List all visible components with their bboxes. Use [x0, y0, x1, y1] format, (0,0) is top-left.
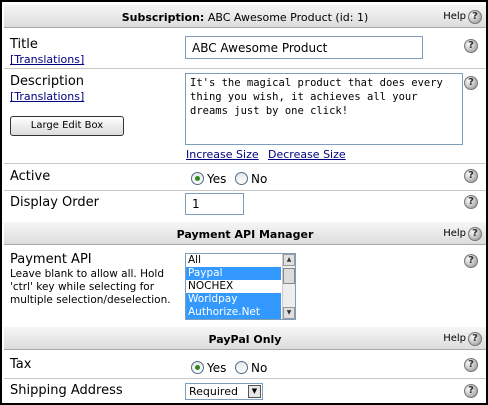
row-divider	[4, 190, 486, 191]
payment-api-option[interactable]: Worldpay	[186, 293, 281, 306]
subscription-header-title: Subscription: ABC Awesome Product (id: 1…	[4, 11, 486, 24]
tax-label: Tax	[10, 357, 32, 372]
scroll-thumb[interactable]	[283, 268, 295, 284]
active-yes-radio[interactable]	[191, 172, 204, 185]
tax-no-radio[interactable]	[235, 361, 248, 374]
active-no-radio[interactable]	[235, 172, 248, 185]
help-icon[interactable]: ?	[468, 332, 482, 346]
payment-api-header-title: Payment API Manager	[176, 228, 314, 241]
help-icon[interactable]: ?	[464, 384, 478, 398]
payment-api-option[interactable]: Paypal	[186, 267, 281, 280]
tax-no-label: No	[251, 361, 268, 375]
help-icon[interactable]: ?	[464, 358, 478, 372]
description-translations-link[interactable]: [Translations]	[10, 90, 84, 103]
payment-api-note: Leave blank to allow all. Hold 'ctrl' ke…	[10, 268, 171, 306]
active-yes-label: Yes	[207, 172, 227, 186]
increase-size-link[interactable]: Increase Size	[186, 148, 259, 161]
help-icon[interactable]: ?	[468, 10, 482, 24]
description-textarea[interactable]: It's the magical product that does every…	[185, 73, 463, 145]
payment-api-label: Payment API	[10, 252, 92, 267]
paypal-help-link[interactable]: Help	[443, 333, 466, 344]
help-icon[interactable]: ?	[464, 195, 478, 209]
payment-help-link[interactable]: Help	[443, 228, 466, 239]
shipping-address-label: Shipping Address	[10, 383, 123, 398]
shipping-address-select[interactable]: Required ▼	[185, 383, 263, 400]
large-edit-box-button[interactable]: Large Edit Box	[10, 116, 124, 136]
paypal-only-header: PayPal Only Help ?	[4, 326, 486, 350]
help-icon[interactable]: ?	[468, 227, 482, 241]
payment-api-option[interactable]: Authorize.Net	[186, 306, 281, 319]
help-icon[interactable]: ?	[464, 76, 478, 90]
subscription-header-product: ABC Awesome Product (id: 1)	[207, 11, 369, 24]
description-label: Description	[10, 74, 85, 89]
title-input[interactable]	[185, 36, 423, 59]
display-order-label: Display Order	[10, 195, 99, 210]
paypal-only-header-title: PayPal Only	[208, 333, 282, 346]
scroll-up-icon[interactable]: ▲	[283, 254, 295, 266]
scroll-down-icon[interactable]: ▼	[283, 307, 295, 319]
tax-yes-label: Yes	[207, 361, 227, 375]
payment-api-option[interactable]: NOCHEX	[186, 280, 281, 293]
title-label: Title	[10, 37, 38, 52]
title-translations-link[interactable]: [Translations]	[10, 53, 84, 66]
help-icon[interactable]: ?	[464, 169, 478, 183]
row-divider	[4, 68, 486, 69]
payment-api-header: Payment API Manager Help ?	[4, 221, 486, 245]
subscription-header: Subscription: ABC Awesome Product (id: 1…	[4, 4, 486, 28]
active-no-label: No	[251, 172, 268, 186]
display-order-input[interactable]	[185, 193, 244, 215]
payment-api-option[interactable]: All	[186, 254, 281, 267]
decrease-size-link[interactable]: Decrease Size	[268, 148, 346, 161]
payment-api-listbox[interactable]: All Paypal NOCHEX Worldpay Authorize.Net ▲ ▼	[185, 253, 296, 320]
shipping-address-value: Required	[189, 385, 238, 398]
active-label: Active	[10, 169, 51, 184]
chevron-down-icon[interactable]: ▼	[248, 385, 261, 398]
payment-api-options: All Paypal NOCHEX Worldpay Authorize.Net	[186, 254, 295, 319]
subscription-header-prefix: Subscription:	[121, 11, 205, 24]
listbox-scrollbar[interactable]: ▲ ▼	[282, 254, 295, 319]
subscription-form-window: Subscription: ABC Awesome Product (id: 1…	[0, 0, 488, 405]
help-icon[interactable]: ?	[464, 39, 478, 53]
subscription-help-link[interactable]: Help	[443, 11, 466, 22]
help-icon[interactable]: ?	[464, 254, 478, 268]
tax-yes-radio[interactable]	[191, 361, 204, 374]
row-divider	[4, 378, 486, 379]
row-divider	[4, 163, 486, 164]
